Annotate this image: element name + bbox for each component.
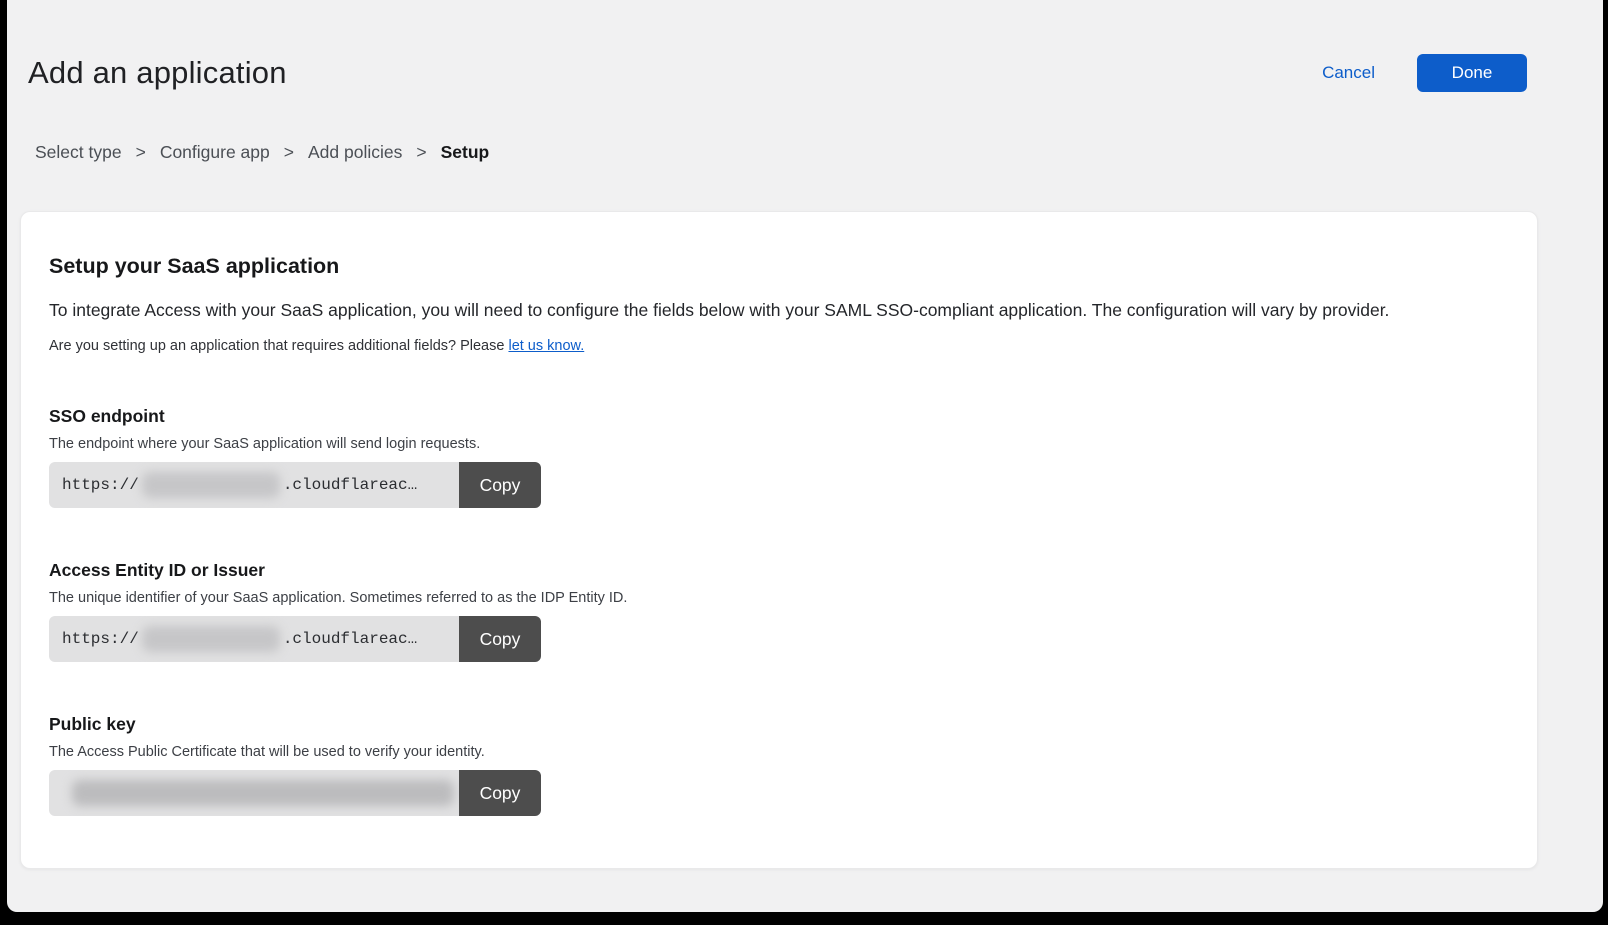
sso-endpoint-section: SSO endpoint The endpoint where your Saa… [49,406,1509,508]
public-key-field: Copy [49,770,541,816]
redacted-value [72,780,454,806]
breadcrumb-step-setup: Setup [441,142,490,163]
breadcrumb-step-add-policies[interactable]: Add policies [308,142,402,163]
value-suffix: .cloudflareac… [283,476,417,494]
card-heading: Setup your SaaS application [49,254,1509,279]
redacted-value [142,472,280,498]
sso-endpoint-description: The endpoint where your SaaS application… [49,436,1509,452]
done-button[interactable]: Done [1417,54,1527,92]
breadcrumb-separator: > [136,142,146,163]
setup-card: Setup your SaaS application To integrate… [20,211,1538,869]
let-us-know-link[interactable]: let us know. [508,338,584,354]
public-key-copy-button[interactable]: Copy [459,770,541,816]
value-suffix: .cloudflareac… [283,630,417,648]
sso-endpoint-value: https:// .cloudflareac… [49,462,459,508]
public-key-label: Public key [49,714,1509,735]
value-prefix: https:// [62,630,139,648]
redacted-value [142,626,280,652]
breadcrumb-separator: > [284,142,294,163]
breadcrumb-step-configure-app[interactable]: Configure app [160,142,270,163]
access-entity-id-label: Access Entity ID or Issuer [49,560,1509,581]
public-key-description: The Access Public Certificate that will … [49,744,1509,760]
access-entity-id-value: https:// .cloudflareac… [49,616,459,662]
page-title: Add an application [28,55,287,91]
public-key-value [49,770,459,816]
access-entity-id-description: The unique identifier of your SaaS appli… [49,590,1509,606]
sso-endpoint-label: SSO endpoint [49,406,1509,427]
breadcrumb-step-select-type[interactable]: Select type [35,142,122,163]
card-description: To integrate Access with your SaaS appli… [49,300,1509,321]
breadcrumb-separator: > [416,142,426,163]
sso-endpoint-field: https:// .cloudflareac… Copy [49,462,541,508]
sso-endpoint-copy-button[interactable]: Copy [459,462,541,508]
access-entity-id-section: Access Entity ID or Issuer The unique id… [49,560,1509,662]
card-note: Are you setting up an application that r… [49,338,1509,354]
access-entity-id-field: https:// .cloudflareac… Copy [49,616,541,662]
page-header: Add an application Cancel Done [7,0,1603,92]
cancel-button[interactable]: Cancel [1322,63,1375,83]
header-actions: Cancel Done [1322,54,1527,92]
breadcrumb: Select type > Configure app > Add polici… [35,142,1603,163]
public-key-section: Public key The Access Public Certificate… [49,714,1509,816]
value-prefix: https:// [62,476,139,494]
app-frame: Add an application Cancel Done Select ty… [7,0,1603,912]
access-entity-id-copy-button[interactable]: Copy [459,616,541,662]
card-note-text: Are you setting up an application that r… [49,338,508,354]
